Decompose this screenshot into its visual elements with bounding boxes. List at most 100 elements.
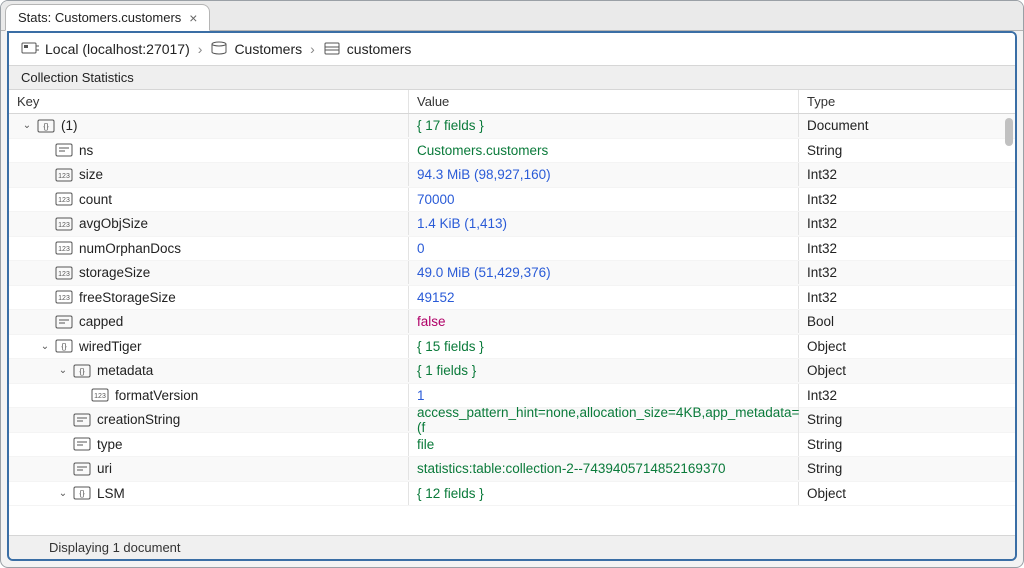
key-name: ns <box>79 143 93 158</box>
crumb-label: Customers <box>234 41 302 57</box>
column-key[interactable]: Key <box>9 90 409 113</box>
table-row[interactable]: ›creationStringaccess_pattern_hint=none,… <box>9 408 1015 433</box>
field-icon <box>55 315 73 329</box>
value-cell: 0 <box>409 237 799 260</box>
field-icon <box>73 437 91 451</box>
int-icon <box>55 241 73 255</box>
obj-icon <box>55 339 73 353</box>
value-cell: false <box>409 310 799 333</box>
stats-window: Stats: Customers.customers × Local (loca… <box>0 0 1024 568</box>
field-icon <box>73 462 91 476</box>
value-cell: 49.0 MiB (51,429,376) <box>409 261 799 284</box>
crumb-label: Local (localhost:27017) <box>45 41 190 57</box>
status-bar: Displaying 1 document <box>9 535 1015 559</box>
type-cell: String <box>799 457 1015 480</box>
table-row[interactable]: ›uristatistics:table:collection-2--74394… <box>9 457 1015 482</box>
status-text: Displaying 1 document <box>49 540 181 555</box>
tab-title: Stats: Customers.customers <box>18 10 181 25</box>
table-row[interactable]: ⌄ LSM { 12 fields }Object <box>9 482 1015 507</box>
type-cell: Bool <box>799 310 1015 333</box>
key-name: avgObjSize <box>79 216 148 231</box>
key-name: numOrphanDocs <box>79 241 181 256</box>
grid-header: Key Value Type <box>9 90 1015 114</box>
table-row[interactable]: ›cappedfalseBool <box>9 310 1015 335</box>
value-cell: { 17 fields } <box>409 114 799 137</box>
type-cell: Int32 <box>799 261 1015 284</box>
key-name: LSM <box>97 486 125 501</box>
key-name: count <box>79 192 112 207</box>
key-name: (1) <box>61 118 78 133</box>
int-icon <box>55 266 73 280</box>
int-icon <box>55 168 73 182</box>
expand-open-icon[interactable]: ⌄ <box>21 120 33 131</box>
field-icon <box>55 143 73 157</box>
table-row[interactable]: ›nsCustomers.customersString <box>9 139 1015 164</box>
tab-stats[interactable]: Stats: Customers.customers × <box>5 4 210 31</box>
crumb-host[interactable]: Local (localhost:27017) <box>21 41 190 57</box>
value-cell: statistics:table:collection-2--743940571… <box>409 457 799 480</box>
key-name: type <box>97 437 123 452</box>
crumb-database[interactable]: Customers <box>210 41 302 57</box>
table-row[interactable]: ›numOrphanDocs0Int32 <box>9 237 1015 262</box>
column-type[interactable]: Type <box>799 90 1015 113</box>
int-icon <box>55 217 73 231</box>
expand-open-icon[interactable]: ⌄ <box>39 341 51 352</box>
int-icon <box>55 192 73 206</box>
chevron-right-icon: › <box>310 41 315 57</box>
key-name: capped <box>79 314 123 329</box>
expand-open-icon[interactable]: ⌄ <box>57 365 69 376</box>
type-cell: Object <box>799 335 1015 358</box>
value-cell: 1.4 KiB (1,413) <box>409 212 799 235</box>
type-cell: Document <box>799 114 1015 137</box>
crumb-collection[interactable]: customers <box>323 41 412 57</box>
value-cell: { 12 fields } <box>409 482 799 505</box>
table-row[interactable]: ›count70000Int32 <box>9 188 1015 213</box>
key-name: wiredTiger <box>79 339 142 354</box>
table-row[interactable]: ⌄ metadata { 1 fields }Object <box>9 359 1015 384</box>
tab-bar: Stats: Customers.customers × <box>1 1 1023 31</box>
crumb-label: customers <box>347 41 412 57</box>
int-icon <box>91 388 109 402</box>
table-row[interactable]: ⌄wiredTiger{ 15 fields }Object <box>9 335 1015 360</box>
breadcrumb: Local (localhost:27017) › Customers › cu… <box>9 33 1015 65</box>
field-icon <box>73 413 91 427</box>
section-header: Collection Statistics <box>9 65 1015 90</box>
value-cell: 94.3 MiB (98,927,160) <box>409 163 799 186</box>
obj-icon <box>73 486 91 500</box>
doc-icon <box>37 119 55 133</box>
key-name: formatVersion <box>115 388 198 403</box>
value-cell: 70000 <box>409 188 799 211</box>
table-row[interactable]: ⌄ (1) { 17 fields }Document <box>9 114 1015 139</box>
key-name: creationString <box>97 412 180 427</box>
key-name: uri <box>97 461 112 476</box>
table-row[interactable]: ›storageSize49.0 MiB (51,429,376)Int32 <box>9 261 1015 286</box>
table-row[interactable]: ›avgObjSize1.4 KiB (1,413)Int32 <box>9 212 1015 237</box>
value-cell: Customers.customers <box>409 139 799 162</box>
type-cell: Int32 <box>799 188 1015 211</box>
obj-icon <box>73 364 91 378</box>
type-cell: Int32 <box>799 237 1015 260</box>
table-row[interactable]: ›typefileString <box>9 433 1015 458</box>
table-row[interactable]: ›size94.3 MiB (98,927,160)Int32 <box>9 163 1015 188</box>
type-cell: Int32 <box>799 384 1015 407</box>
type-cell: Object <box>799 482 1015 505</box>
database-icon <box>210 41 228 57</box>
content-panel: Local (localhost:27017) › Customers › cu… <box>7 31 1017 561</box>
type-cell: String <box>799 408 1015 431</box>
type-cell: Object <box>799 359 1015 382</box>
key-name: size <box>79 167 103 182</box>
type-cell: Int32 <box>799 212 1015 235</box>
key-name: metadata <box>97 363 153 378</box>
expand-open-icon[interactable]: ⌄ <box>57 488 69 499</box>
section-label: Collection Statistics <box>21 70 134 85</box>
close-icon[interactable]: × <box>189 11 197 25</box>
table-row[interactable]: ›freeStorageSize49152Int32 <box>9 286 1015 311</box>
value-cell: 49152 <box>409 286 799 309</box>
key-name: storageSize <box>79 265 150 280</box>
host-icon <box>21 41 39 57</box>
scrollbar-thumb[interactable] <box>1005 118 1013 146</box>
column-value[interactable]: Value <box>409 90 799 113</box>
value-cell: { 1 fields } <box>409 359 799 382</box>
grid-body[interactable]: ⌄(1){ 17 fields }Document›nsCustomers.cu… <box>9 114 1015 535</box>
type-cell: String <box>799 433 1015 456</box>
